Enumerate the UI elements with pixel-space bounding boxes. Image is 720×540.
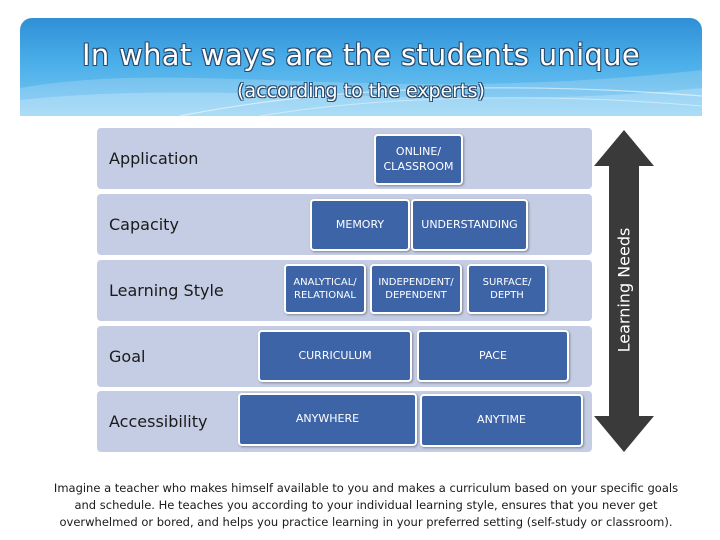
slide-subtitle: (according to the experts): [237, 80, 485, 102]
layer-label-accessibility: Accessibility: [109, 412, 208, 431]
box-memory: MEMORY: [310, 199, 410, 251]
box-pace: PACE: [417, 330, 569, 382]
box-anywhere: ANYWHERE: [238, 393, 417, 446]
box-understanding: UNDERSTANDING: [411, 199, 528, 251]
slide-title: In what ways are the students unique: [82, 38, 640, 72]
learning-needs-label: Learning Needs: [614, 227, 634, 353]
box-analytical-relational: ANALYTICAL/ RELATIONAL: [284, 264, 366, 314]
layer-label-goal: Goal: [109, 347, 146, 366]
box-online-classroom: ONLINE/ CLASSROOM: [374, 134, 463, 185]
box-curriculum: CURRICULUM: [258, 330, 412, 382]
layer-label-learning-style: Learning Style: [109, 281, 224, 300]
layer-label-capacity: Capacity: [109, 215, 179, 234]
box-anytime: ANYTIME: [420, 394, 583, 447]
layer-band-application: Application: [97, 128, 592, 189]
slide-header: In what ways are the students unique (ac…: [20, 18, 702, 116]
slide-caption: Imagine a teacher who makes himself avai…: [53, 481, 679, 529]
layer-label-application: Application: [109, 149, 199, 168]
box-surface-depth: SURFACE/ DEPTH: [467, 264, 547, 314]
box-independent-dependent: INDEPENDENT/ DEPENDENT: [370, 264, 462, 314]
